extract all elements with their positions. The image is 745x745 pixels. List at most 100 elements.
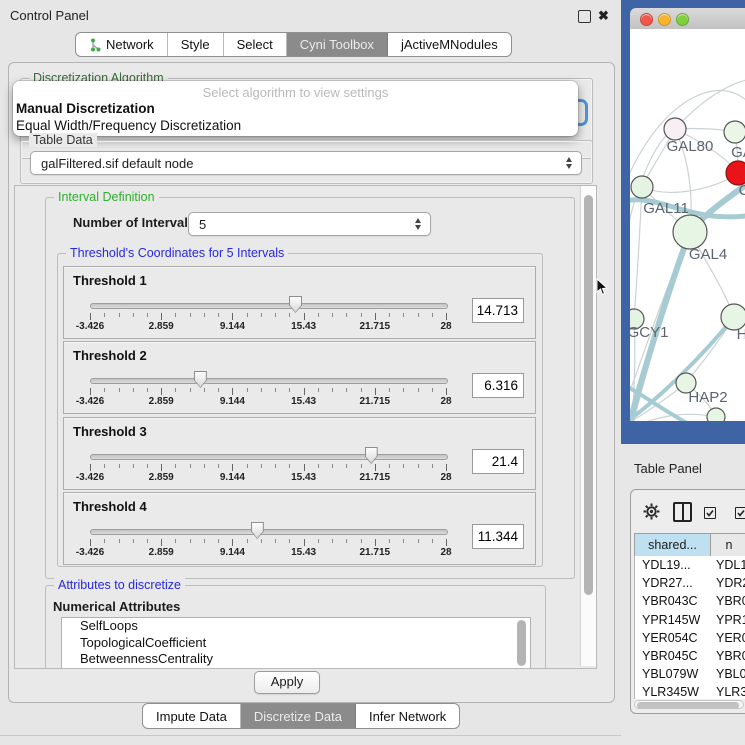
number-of-intervals-combobox[interactable]: 5 [188,212,431,236]
slider-track[interactable] [90,529,448,535]
tab-cyni-toolbox[interactable]: Cyni Toolbox [287,33,388,56]
network-node-label: C [739,182,745,199]
threshold-2-value-field[interactable] [472,373,524,398]
table-row[interactable]: YBL079WYBL0 [635,665,745,683]
threshold-1-panel: Threshold 1 -3.4262.8599.14415.4321.7152… [63,266,536,339]
table-data-combobox[interactable]: galFiltered.sif default node [30,151,582,175]
table-rows[interactable]: YDL19...YDL1YDR27...YDR2YBR043CYBR0YPR14… [634,556,745,699]
tab-style[interactable]: Style [168,33,224,56]
network-node-ga[interactable] [724,121,745,143]
network-node[interactable] [707,408,725,421]
cell-shared-name[interactable]: YBR045C [635,647,710,665]
table-hscrollbar-thumb[interactable] [637,702,739,709]
cell-name[interactable]: YDL1 [710,556,745,574]
network-node-gal11[interactable] [631,176,653,198]
threshold-2-slider[interactable]: -3.4262.8599.14415.4321.71528 [64,342,535,413]
minimize-traffic-light-icon[interactable] [658,13,671,26]
algorithm-dropdown-popup: Select algorithm to view settings Manual… [13,81,578,136]
application-window: Control Panel ✖ NetworkStyleSelectCyni T… [0,0,745,745]
slider-track[interactable] [90,454,448,460]
tab-discretize-data[interactable]: Discretize Data [241,704,356,728]
tab-label: Network [106,37,154,52]
close-icon[interactable]: ✖ [598,9,609,22]
attribute-item-betweennesscentrality[interactable]: BetweennessCentrality [62,651,530,668]
table-row[interactable]: YDL19...YDL1 [635,556,745,574]
cell-shared-name[interactable]: YDL19... [635,556,710,574]
table-data-label: Table Data [29,133,97,147]
network-node-label: HAP2 [688,389,727,406]
tab-label: Cyni Toolbox [300,37,374,52]
apply-button[interactable]: Apply [254,671,320,694]
slider-thumb[interactable] [365,447,378,464]
table-hscrollbar-track[interactable] [634,700,744,709]
cell-name[interactable]: YBL0 [710,665,745,683]
attribute-item-topologicalcoefficient[interactable]: TopologicalCoefficient [62,635,530,652]
cell-shared-name[interactable]: YPR145W [635,611,710,629]
tab-network[interactable]: Network [76,33,168,56]
cell-name[interactable]: YLR3 [710,683,745,699]
cell-shared-name[interactable]: YBR043C [635,592,710,610]
bottom-divider [0,735,621,736]
network-node-gal4[interactable] [673,215,707,249]
tab-jactivemnodules[interactable]: jActiveMNodules [388,33,511,56]
tab-infer-network[interactable]: Infer Network [356,704,459,728]
settings-scrollbar-track[interactable] [580,186,596,666]
column-header-shared-name[interactable]: shared... [635,534,711,556]
close-traffic-light-icon[interactable] [640,13,653,26]
cell-name[interactable]: YER0 [710,629,745,647]
cell-name[interactable]: YDR2 [710,574,745,592]
slider-thumb[interactable] [289,296,302,313]
float-window-icon[interactable] [578,10,591,23]
algorithm-option-equal-width-frequency-discretization[interactable]: Equal Width/Frequency Discretization [13,117,578,134]
column-header-name[interactable]: n [711,534,745,556]
number-of-intervals-value: 5 [199,217,206,232]
network-node-gal80[interactable] [664,118,686,140]
combo-stepper-icon [415,218,421,230]
table-row[interactable]: YBR045CYBR0 [635,647,745,665]
cell-shared-name[interactable]: YLR345W [635,683,710,699]
threshold-1-slider[interactable]: -3.4262.8599.14415.4321.71528 [64,267,535,338]
network-window-titlebar[interactable] [630,8,745,30]
split-view-icon[interactable] [673,502,692,522]
cell-shared-name[interactable]: YDR27... [635,574,710,592]
slider-thumb[interactable] [194,371,207,388]
column-checkbox-icon[interactable] [735,507,745,519]
attribute-item-selfloops[interactable]: SelfLoops [62,618,530,635]
cell-shared-name[interactable]: YER054C [635,629,710,647]
table-row[interactable]: YER054CYER0 [635,629,745,647]
table-row[interactable]: YDR27...YDR2 [635,574,745,592]
slider-track[interactable] [90,303,448,309]
tab-impute-data[interactable]: Impute Data [143,704,241,728]
attributes-list-scrollbar[interactable] [517,620,526,666]
threshold-4-slider[interactable]: -3.4262.8599.14415.4321.71528 [64,493,535,564]
slider-thumb[interactable] [251,522,264,539]
cell-name[interactable]: YBR0 [710,647,745,665]
slider-track[interactable] [90,378,448,384]
table-row[interactable]: YPR145WYPR1 [635,611,745,629]
threshold-4-value-field[interactable] [472,524,524,549]
numerical-attributes-list[interactable]: SelfLoopsTopologicalCoefficientBetweenne… [61,617,531,669]
tab-label: Select [237,37,273,52]
zoom-traffic-light-icon[interactable] [676,13,689,26]
network-canvas[interactable]: GAL80GACGAL11GAL4GCY1HHAP2 [630,29,745,421]
column-checkbox-icon[interactable] [704,507,716,519]
algorithm-option-manual-discretization[interactable]: Manual Discretization [13,100,578,117]
tab-select[interactable]: Select [224,33,287,56]
cell-name[interactable]: YBR0 [710,592,745,610]
table-row[interactable]: YLR345WYLR3 [635,683,745,699]
threshold-3-slider[interactable]: -3.4262.8599.14415.4321.71528 [64,418,535,489]
cell-name[interactable]: YPR1 [710,611,745,629]
slider-tick-labels: -3.4262.8599.14415.4321.71528 [90,472,446,484]
slider-tick-labels: -3.4262.8599.14415.4321.71528 [90,396,446,408]
network-icon [89,38,101,52]
thresholds-group-title: Threshold's Coordinates for 5 Intervals [66,246,288,260]
gear-icon[interactable] [643,503,660,520]
table-row[interactable]: YBR043CYBR0 [635,592,745,610]
network-node-label: GCY1 [630,324,668,341]
slider-ticks [90,313,446,320]
settings-scrollbar-thumb[interactable] [584,195,593,595]
tab-label: Style [181,37,210,52]
threshold-1-value-field[interactable] [472,298,524,323]
cell-shared-name[interactable]: YBL079W [635,665,710,683]
threshold-3-value-field[interactable] [472,449,524,474]
